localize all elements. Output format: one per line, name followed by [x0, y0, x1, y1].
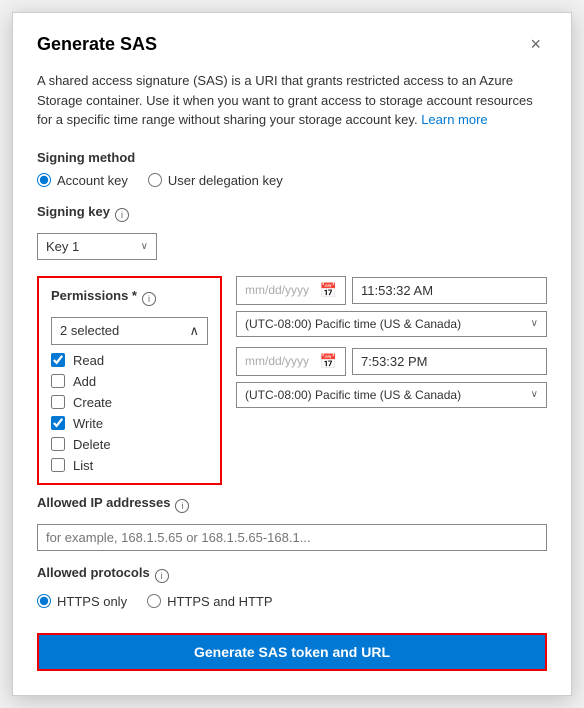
- delete-label[interactable]: Delete: [73, 437, 111, 452]
- write-label[interactable]: Write: [73, 416, 103, 431]
- list-checkbox[interactable]: [51, 458, 65, 472]
- account-key-radio[interactable]: [37, 173, 51, 187]
- https-http-radio[interactable]: [147, 594, 161, 608]
- signing-key-value: Key 1: [46, 239, 79, 254]
- close-button[interactable]: ×: [524, 33, 547, 55]
- start-timezone-value: (UTC-08:00) Pacific time (US & Canada): [245, 317, 461, 331]
- create-checkbox[interactable]: [51, 395, 65, 409]
- allowed-ip-label: Allowed IP addresses: [37, 495, 170, 510]
- expiry-date-row: mm/dd/yyyy 📅 7:53:32 PM: [236, 347, 547, 376]
- user-delegation-option[interactable]: User delegation key: [148, 173, 283, 188]
- permission-list[interactable]: List: [51, 458, 208, 473]
- expiry-tz-chevron: ∨: [531, 389, 538, 400]
- generate-sas-button[interactable]: Generate SAS token and URL: [37, 633, 547, 671]
- list-label[interactable]: List: [73, 458, 93, 473]
- permissions-label-row: Permissions * i: [51, 288, 208, 311]
- permission-create[interactable]: Create: [51, 395, 208, 410]
- create-label[interactable]: Create: [73, 395, 112, 410]
- signing-key-chevron: ∨: [141, 241, 148, 252]
- signing-key-info-icon[interactable]: i: [115, 208, 129, 222]
- https-only-label[interactable]: HTTPS only: [57, 594, 127, 609]
- description-text: A shared access signature (SAS) is a URI…: [37, 71, 547, 130]
- https-http-label[interactable]: HTTPS and HTTP: [167, 594, 272, 609]
- permissions-section: Permissions * i 2 selected ∧ Read Add Cr: [37, 276, 222, 485]
- permissions-info-icon[interactable]: i: [142, 292, 156, 306]
- start-date-input[interactable]: mm/dd/yyyy 📅: [236, 276, 346, 305]
- allowed-ip-label-row: Allowed IP addresses i: [37, 495, 547, 518]
- user-delegation-label[interactable]: User delegation key: [168, 173, 283, 188]
- delete-checkbox[interactable]: [51, 437, 65, 451]
- signing-key-label: Signing key: [37, 204, 110, 219]
- read-checkbox[interactable]: [51, 353, 65, 367]
- expiry-calendar-icon[interactable]: 📅: [320, 353, 337, 370]
- protocols-radio-group: HTTPS only HTTPS and HTTP: [37, 594, 547, 609]
- signing-key-dropdown[interactable]: Key 1 ∨: [37, 233, 157, 260]
- expiry-timezone-value: (UTC-08:00) Pacific time (US & Canada): [245, 388, 461, 402]
- permission-write[interactable]: Write: [51, 416, 208, 431]
- read-label[interactable]: Read: [73, 353, 104, 368]
- learn-more-link[interactable]: Learn more: [421, 112, 487, 127]
- https-http-option[interactable]: HTTPS and HTTP: [147, 594, 272, 609]
- dialog-header: Generate SAS ×: [37, 33, 547, 55]
- allowed-ip-input[interactable]: [37, 524, 547, 551]
- allowed-ip-section: Allowed IP addresses i: [37, 495, 547, 551]
- dates-panel: mm/dd/yyyy 📅 11:53:32 AM (UTC-08:00) Pac…: [222, 276, 547, 418]
- start-timezone-dropdown[interactable]: (UTC-08:00) Pacific time (US & Canada) ∨: [236, 311, 547, 337]
- https-only-option[interactable]: HTTPS only: [37, 594, 127, 609]
- signing-method-label: Signing method: [37, 150, 547, 165]
- dialog-title: Generate SAS: [37, 34, 157, 55]
- signing-key-section: Signing key i Key 1 ∨: [37, 204, 547, 260]
- signing-method-radio-group: Account key User delegation key: [37, 173, 547, 188]
- allowed-protocols-label: Allowed protocols: [37, 565, 150, 580]
- expiry-timezone-dropdown[interactable]: (UTC-08:00) Pacific time (US & Canada) ∨: [236, 382, 547, 408]
- permissions-dropdown[interactable]: 2 selected ∧: [51, 317, 208, 345]
- permissions-label: Permissions *: [51, 288, 137, 303]
- allowed-protocols-section: Allowed protocols i HTTPS only HTTPS and…: [37, 565, 547, 609]
- allowed-ip-info-icon[interactable]: i: [175, 499, 189, 513]
- account-key-option[interactable]: Account key: [37, 173, 128, 188]
- permission-read[interactable]: Read: [51, 353, 208, 368]
- allowed-protocols-info-icon[interactable]: i: [155, 569, 169, 583]
- expiry-date-input[interactable]: mm/dd/yyyy 📅: [236, 347, 346, 376]
- expiry-time-input[interactable]: 7:53:32 PM: [352, 348, 547, 375]
- expiry-timezone-row: (UTC-08:00) Pacific time (US & Canada) ∨: [236, 382, 547, 408]
- signing-method-section: Signing method Account key User delegati…: [37, 150, 547, 188]
- permissions-checkbox-list: Read Add Create Write Delete: [51, 353, 208, 473]
- start-date-row: mm/dd/yyyy 📅 11:53:32 AM: [236, 276, 547, 305]
- https-only-radio[interactable]: [37, 594, 51, 608]
- permissions-selected-text: 2 selected: [60, 323, 119, 338]
- generate-sas-dialog: Generate SAS × A shared access signature…: [12, 12, 572, 696]
- permissions-chevron-up: ∧: [189, 323, 199, 339]
- start-calendar-icon[interactable]: 📅: [320, 282, 337, 299]
- start-time-input[interactable]: 11:53:32 AM: [352, 277, 547, 304]
- account-key-label[interactable]: Account key: [57, 173, 128, 188]
- signing-key-label-row: Signing key i: [37, 204, 547, 227]
- permission-add[interactable]: Add: [51, 374, 208, 389]
- start-tz-chevron: ∨: [531, 318, 538, 329]
- permissions-dates-area: Permissions * i 2 selected ∧ Read Add Cr: [37, 276, 547, 485]
- write-checkbox[interactable]: [51, 416, 65, 430]
- add-checkbox[interactable]: [51, 374, 65, 388]
- start-timezone-row: (UTC-08:00) Pacific time (US & Canada) ∨: [236, 311, 547, 337]
- allowed-protocols-label-row: Allowed protocols i: [37, 565, 547, 588]
- user-delegation-radio[interactable]: [148, 173, 162, 187]
- add-label[interactable]: Add: [73, 374, 96, 389]
- permission-delete[interactable]: Delete: [51, 437, 208, 452]
